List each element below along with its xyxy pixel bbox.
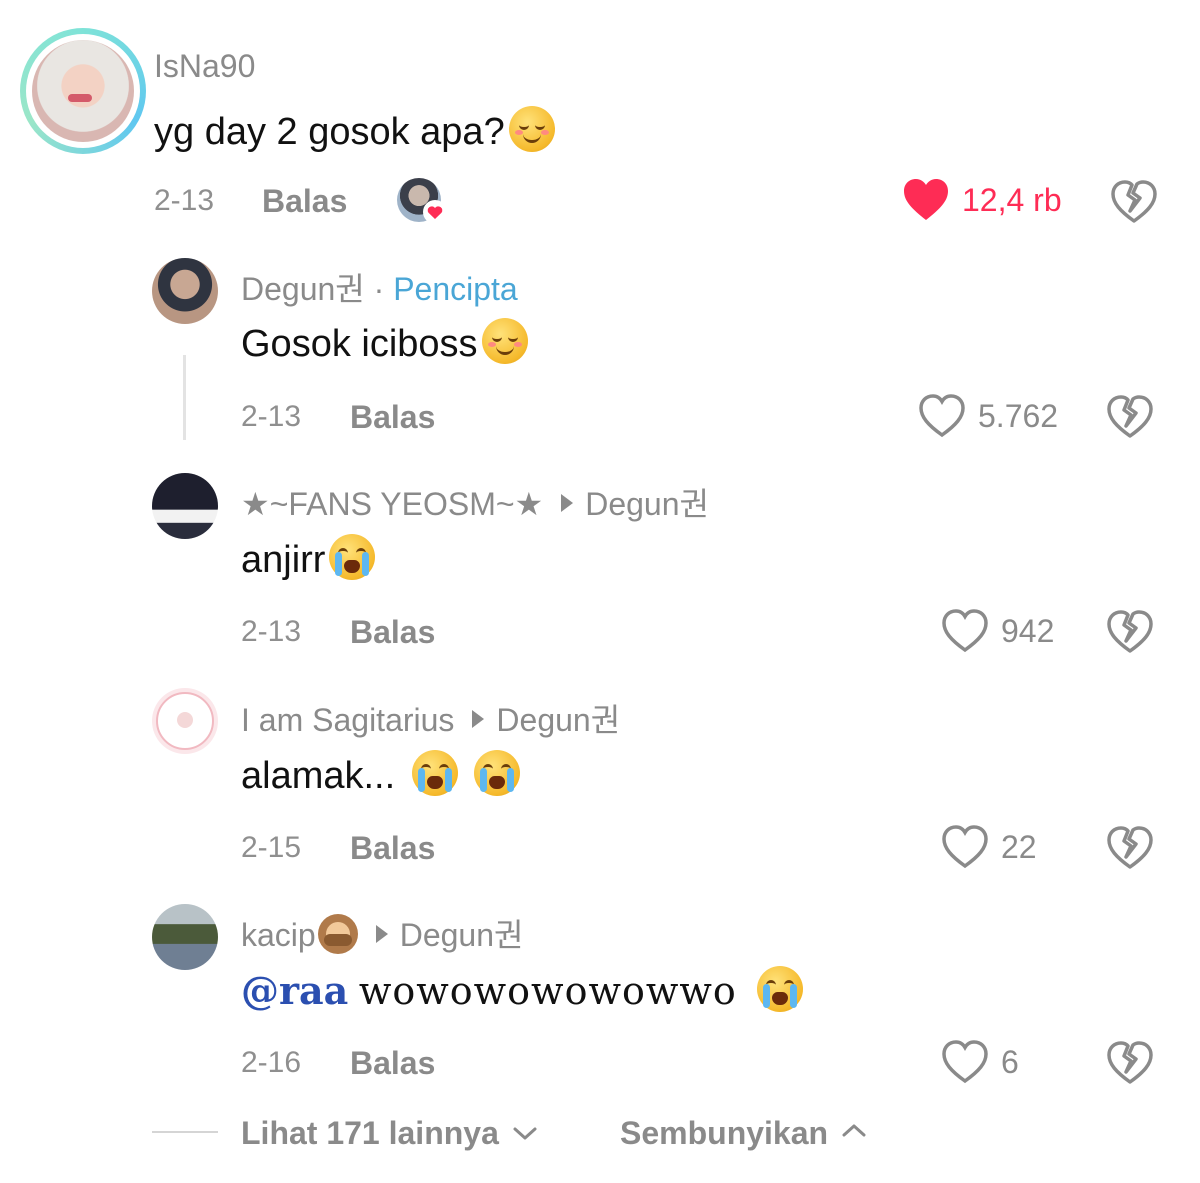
avatar[interactable]	[152, 904, 218, 970]
heart-outline-icon	[942, 825, 988, 869]
reply-arrow-icon	[375, 925, 388, 943]
comment-date: 2-15	[241, 831, 302, 864]
comment-date: 2-13	[241, 400, 302, 433]
heart-outline-icon	[919, 394, 965, 438]
chevron-up-icon	[842, 1124, 866, 1137]
avatar[interactable]	[152, 688, 218, 754]
divider	[152, 1131, 218, 1133]
dislike-icon[interactable]	[1106, 826, 1154, 870]
reply-button[interactable]: Balas	[350, 399, 435, 436]
loudly-crying-face-icon	[329, 534, 376, 580]
like-button[interactable]: 12,4 rb	[902, 178, 1072, 224]
avatar[interactable]	[20, 28, 146, 154]
like-count: 12,4 rb	[962, 182, 1062, 218]
loudly-crying-face-icon	[474, 750, 521, 796]
chevron-down-icon	[513, 1127, 537, 1140]
comment-username: Degun권 · Pencipta	[241, 271, 518, 307]
comment-username: I am Sagitarius Degun권	[241, 702, 621, 738]
comment-username[interactable]: IsNa90	[154, 48, 255, 85]
dislike-icon[interactable]	[1106, 1041, 1154, 1085]
heart-outline-icon	[942, 1040, 988, 1084]
comment-username: kacip Degun권	[241, 910, 523, 956]
dislike-icon[interactable]	[1106, 610, 1154, 654]
comment-text: Gosok iciboss	[241, 318, 528, 366]
heart-filled-icon	[904, 179, 948, 220]
reply-button[interactable]: Balas	[350, 1045, 435, 1082]
avatar[interactable]	[152, 473, 218, 539]
comment-text: alamak...	[241, 750, 521, 798]
see-no-evil-monkey-icon	[317, 914, 358, 954]
creator-badge: Pencipta	[393, 271, 518, 307]
like-count: 942	[1001, 613, 1055, 649]
reply-button[interactable]: Balas	[350, 614, 435, 651]
like-button[interactable]: 942	[941, 609, 1071, 655]
comment-date: 2-16	[241, 1046, 302, 1079]
dislike-icon[interactable]	[1106, 395, 1154, 439]
avatar[interactable]	[152, 258, 218, 324]
heart-icon	[423, 200, 447, 224]
comment-date: 2-13	[154, 184, 215, 217]
like-button[interactable]: 5.762	[918, 394, 1078, 440]
see-more-replies-button[interactable]: Lihat 171 lainnya	[241, 1115, 538, 1152]
loudly-crying-face-icon	[411, 750, 458, 796]
like-count: 22	[1001, 829, 1037, 865]
hide-replies-button[interactable]: Sembunyikan	[620, 1115, 867, 1152]
comment-text: yg day 2 gosok apa?	[154, 106, 555, 154]
reply-button[interactable]: Balas	[262, 183, 347, 220]
comment-text: anjirr	[241, 534, 376, 582]
reply-button[interactable]: Balas	[350, 830, 435, 867]
heart-outline-icon	[942, 609, 988, 653]
thread-line	[183, 355, 186, 440]
creator-liked-badge	[397, 178, 447, 226]
reply-arrow-icon	[561, 494, 574, 512]
comment-username: ★~FANS YEOSM~★ Degun권	[241, 486, 709, 522]
dislike-icon[interactable]	[1110, 180, 1158, 224]
like-count: 6	[1001, 1044, 1019, 1080]
comment-date: 2-13	[241, 615, 302, 648]
smiling-face-icon	[481, 318, 528, 364]
relieved-face-icon	[508, 106, 555, 152]
comment-text: @raa wowowowowowwo	[241, 966, 804, 1014]
reply-arrow-icon	[472, 710, 485, 728]
mention-link[interactable]: @raa	[241, 968, 348, 1013]
like-count: 5.762	[978, 398, 1059, 434]
loudly-crying-face-icon	[757, 966, 804, 1012]
like-button[interactable]: 22	[941, 825, 1051, 871]
like-button[interactable]: 6	[941, 1040, 1041, 1086]
